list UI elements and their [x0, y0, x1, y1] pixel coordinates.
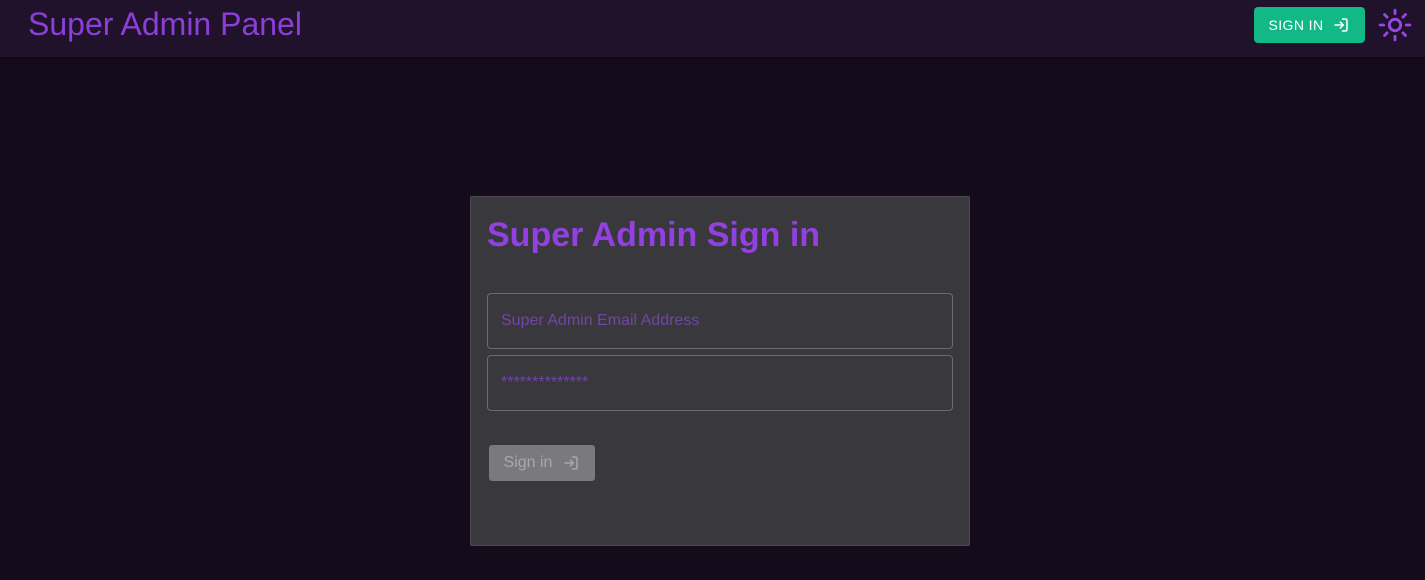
sign-in-title: Super Admin Sign in: [487, 216, 821, 254]
header-sign-in-button[interactable]: SIGN IN: [1254, 7, 1365, 43]
sign-in-submit-label: Sign in: [503, 454, 553, 471]
sun-icon: [1378, 8, 1412, 42]
login-icon: [1334, 18, 1349, 32]
email-field[interactable]: [487, 293, 953, 349]
sign-in-card: Super Admin Sign in Sign in: [470, 196, 970, 546]
theme-toggle-button[interactable]: [1377, 7, 1413, 43]
password-field[interactable]: [487, 355, 953, 411]
app-header: Super Admin Panel SIGN IN: [0, 0, 1425, 57]
header-sign-in-label: SIGN IN: [1268, 17, 1324, 33]
sign-in-submit-button[interactable]: Sign in: [489, 445, 595, 481]
login-icon: [564, 456, 579, 470]
app-title: Super Admin Panel: [28, 6, 302, 42]
